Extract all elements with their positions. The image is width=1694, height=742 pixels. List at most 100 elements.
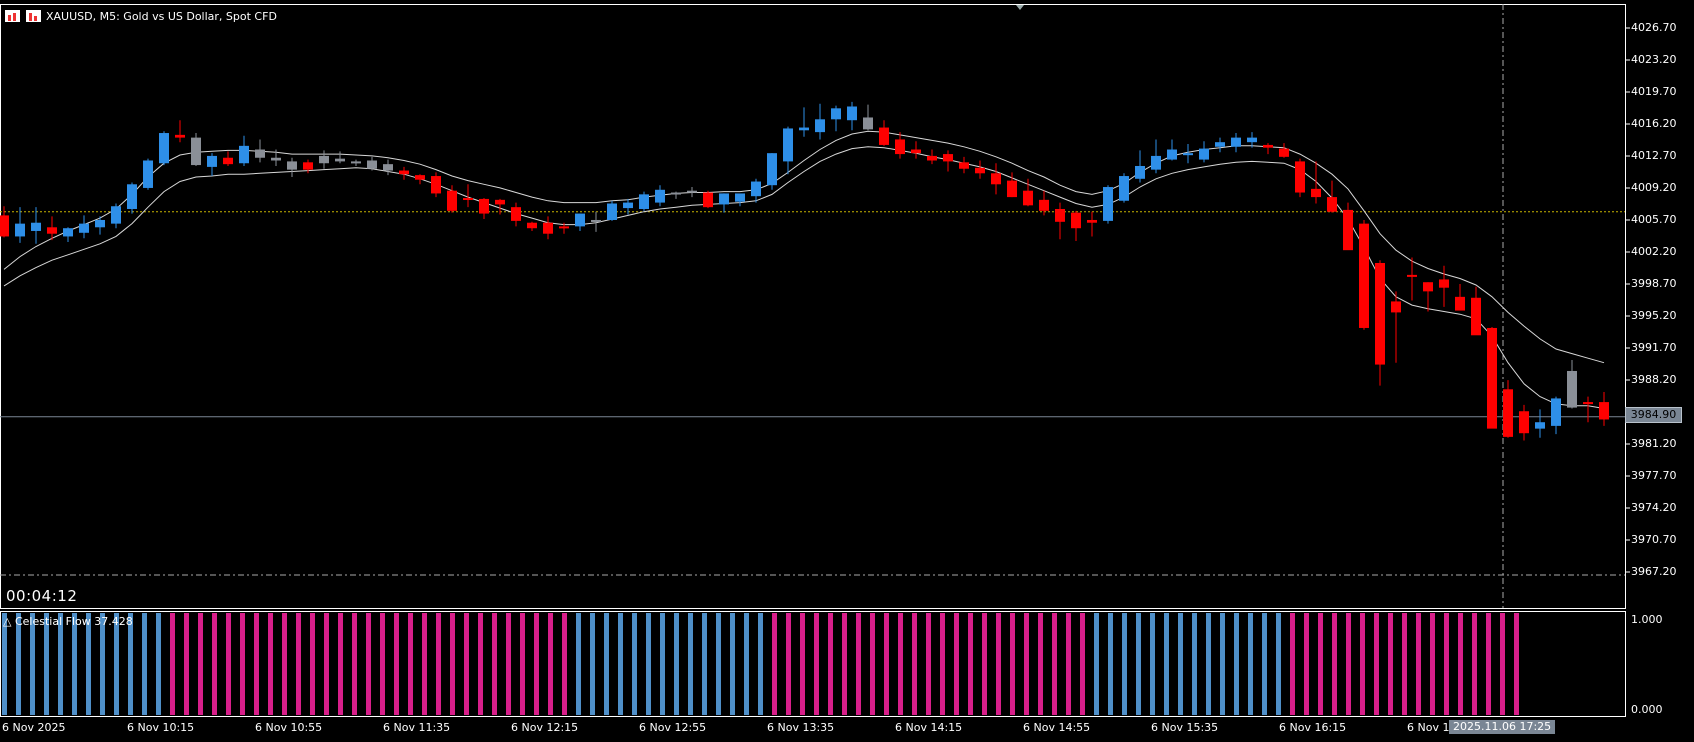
time-label: 6 Nov 14:15 [895,721,963,734]
histogram-bar [1262,613,1267,715]
candle-body [319,155,329,164]
candle-body [1327,197,1337,212]
candle-body [735,193,745,202]
histogram-bar [170,613,175,715]
histogram-bar [100,613,105,715]
candle-body [1071,212,1081,229]
price-label: 4009.20 [1631,181,1677,194]
candle-body [175,134,185,138]
candle-body [943,154,953,162]
histogram-bar [478,613,483,715]
histogram-bar [44,613,49,715]
histogram-bar [1500,613,1505,715]
candle-body [111,206,121,224]
candle-body [479,198,489,214]
candle-body [31,222,41,231]
histogram-bar [1010,613,1015,715]
candle-body [687,190,697,193]
histogram-bar [898,613,903,715]
histogram-bar [212,613,217,715]
candle-body [1087,219,1097,223]
candle-body [527,222,537,229]
time-label: 6 Nov 10:15 [127,721,195,734]
time-label: 6 Nov 12:55 [639,721,707,734]
histogram-bar [1150,613,1155,715]
candle-body [1375,262,1385,365]
candle-body [15,223,25,237]
histogram-bar [380,613,385,715]
indicator-name: Celestial Flow 37.428 [14,615,133,628]
histogram-bar [1234,613,1239,715]
histogram-bar [352,613,357,715]
price-label: 3988.20 [1631,373,1677,386]
candle-body [1423,282,1433,292]
time-label: 6 Nov 13:35 [767,721,835,734]
candle-body [303,162,313,170]
candle-body [639,194,649,209]
histogram-bar [828,613,833,715]
candle-body [1167,149,1177,160]
candle-body [1471,297,1481,336]
histogram-bar [268,613,273,715]
chart-window-icon[interactable] [4,9,21,23]
candle-body [127,184,137,209]
candle-body [1103,187,1113,221]
candle-body [1503,389,1513,437]
candle-body [1519,411,1529,434]
histogram-bar [1108,613,1113,715]
chart-canvas[interactable] [0,0,1694,742]
histogram-bar [1514,613,1519,715]
histogram-bar [1388,613,1393,715]
histogram-bar [814,613,819,715]
candle-body [1151,155,1161,170]
histogram-bar [520,613,525,715]
histogram-bar [772,613,777,715]
price-label: 4005.70 [1631,213,1677,226]
price-label: 4002.20 [1631,245,1677,258]
histogram-bar [282,613,287,715]
histogram-bar [58,613,63,715]
time-label: 6 Nov 11:35 [383,721,451,734]
histogram-bar [632,613,637,715]
histogram-bar [1192,613,1197,715]
price-label: 4023.20 [1631,53,1677,66]
price-label: 3967.20 [1631,565,1677,578]
candle-body [1215,142,1225,147]
histogram-bar [702,613,707,715]
candle-body [431,176,441,194]
candle-body [1535,422,1545,429]
candle-body [79,223,89,233]
candle-body [959,162,969,169]
histogram-bar [548,613,553,715]
candle-body [1039,199,1049,211]
candle-body [655,189,665,203]
histogram-bar [464,613,469,715]
histogram-bar [1164,613,1169,715]
histogram-bar [730,613,735,715]
histogram-bar [1360,613,1365,715]
time-label: 6 Nov 16:15 [1279,721,1347,734]
candle-body [751,181,761,197]
candle-body [1055,208,1065,222]
candle-body [671,192,681,195]
histogram-bar [366,613,371,715]
candle-body [975,167,985,174]
histogram-bar [758,613,763,715]
candle-body [1487,327,1497,429]
chart-toolbar-icon[interactable] [25,9,42,23]
bar-countdown: 00:04:12 [6,587,78,605]
candle-body [815,119,825,133]
histogram-bar [688,613,693,715]
candle-body [143,160,153,188]
price-label: 3991.70 [1631,341,1677,354]
candle-body [543,222,553,234]
histogram-bar [660,613,665,715]
candle-body [879,127,889,145]
histogram-bar [492,613,497,715]
price-label: 3970.70 [1631,533,1677,546]
histogram-bar [1304,613,1309,715]
shift-marker [1016,5,1024,10]
histogram-bar [1430,613,1435,715]
histogram-bar [394,613,399,715]
candle-body [1231,137,1241,147]
